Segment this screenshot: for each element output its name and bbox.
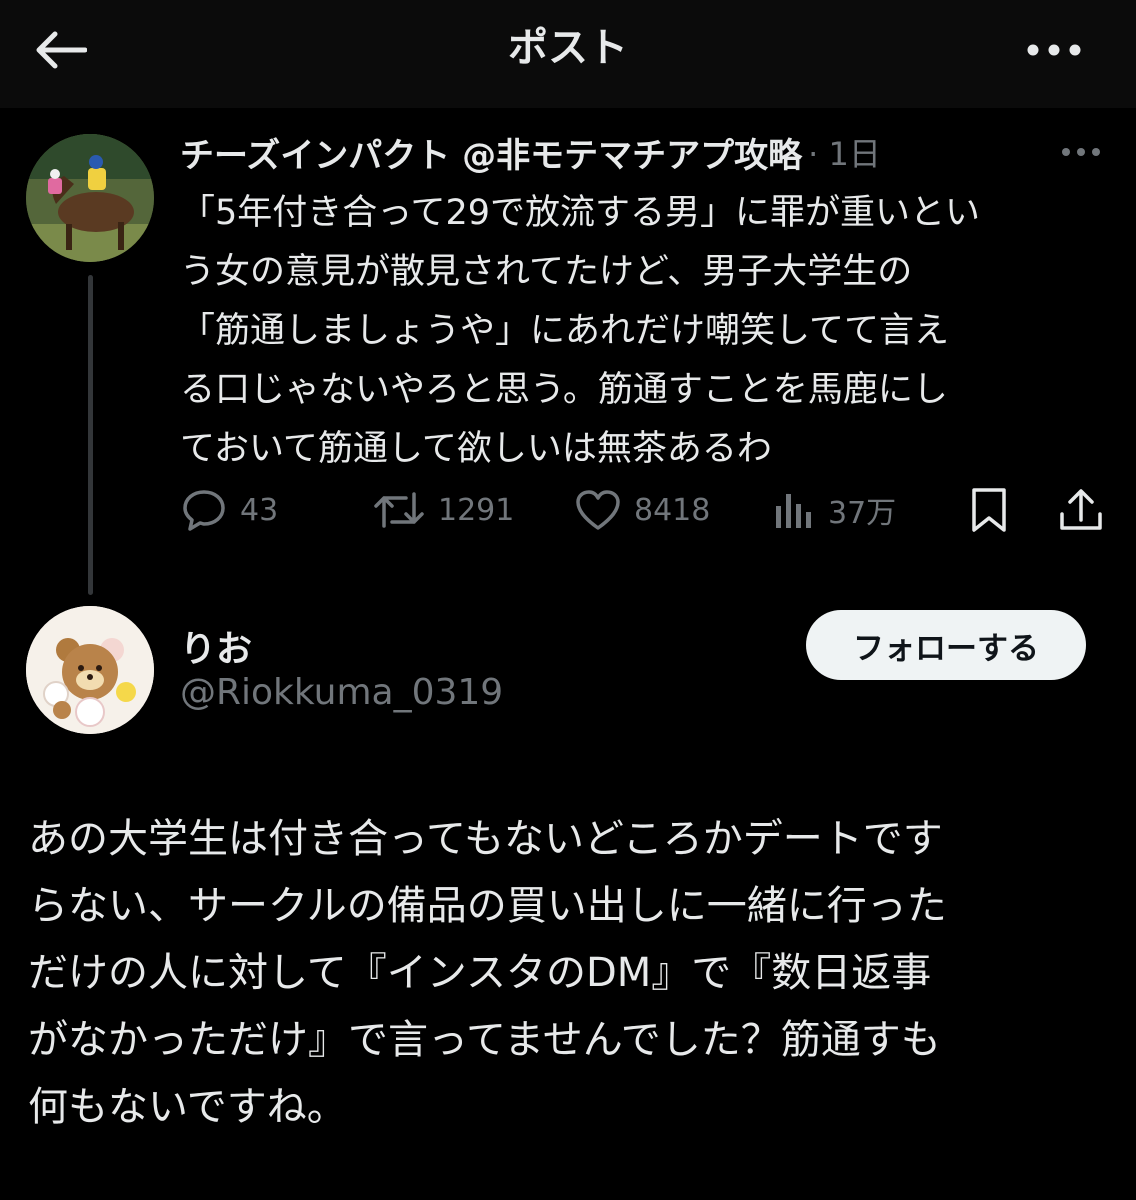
- text-line: あの大学生は付き合ってもないどころかデートです: [28, 816, 943, 862]
- text-line: だけの人に対して『インスタのDM』で『数日返事: [28, 950, 932, 996]
- bear-cartoon-avatar: [26, 606, 154, 734]
- reply-handle[interactable]: @Riokkuma_0319: [180, 672, 503, 713]
- heart-icon: [576, 490, 620, 530]
- text-line: がなかっただけ』で言ってませんでした？筋通すも: [28, 1017, 941, 1063]
- parent-timestamp[interactable]: · 1日: [808, 129, 881, 175]
- thread-connector: [88, 275, 93, 595]
- reply-post-text: あの大学生は付き合ってもないどころかデートです らない、サークルの備品の買い出し…: [28, 806, 1118, 1141]
- text-line: る口じゃないやろと思う。筋通すことを馬鹿にし: [180, 370, 948, 410]
- parent-action-bar: 43 1291 8418 37万: [0, 482, 1136, 538]
- reply-bubble-icon: [183, 490, 225, 531]
- parent-name-text: チーズインパクト: [180, 135, 451, 176]
- analytics-bars-icon: [776, 494, 811, 528]
- top-bar: ポスト: [0, 0, 1136, 108]
- share-upload-icon: [1060, 489, 1102, 530]
- like-button[interactable]: 8418: [574, 482, 710, 538]
- text-line: 「5年付き合って29で放流する男」に罪が重いとい: [180, 193, 981, 233]
- more-horizontal-icon: [1027, 44, 1081, 56]
- share-button[interactable]: [1056, 482, 1106, 538]
- page-title: ポスト: [508, 25, 628, 71]
- horse-racing-avatar: [26, 134, 154, 262]
- parent-handle-text: @非モテマチアプ攻略: [462, 135, 803, 176]
- text-line: らない、サークルの備品の買い出しに一緒に行った: [28, 883, 947, 929]
- bookmark-button[interactable]: [966, 482, 1012, 538]
- parent-avatar[interactable]: [26, 134, 154, 262]
- views-button[interactable]: 37万: [772, 482, 896, 538]
- repost-button[interactable]: 1291: [372, 482, 514, 538]
- views-count: 37万: [828, 496, 897, 531]
- bookmark-icon: [972, 488, 1006, 532]
- reply-button[interactable]: 43: [180, 482, 278, 538]
- reply-avatar[interactable]: [26, 606, 154, 734]
- parent-display-name[interactable]: チーズインパクト @非モテマチアプ攻略: [180, 128, 802, 177]
- more-options-button[interactable]: [1024, 30, 1084, 70]
- text-line: 何もないですね。: [28, 1084, 347, 1130]
- text-line: ておいて筋通して欲しいは無茶あるわ: [180, 429, 772, 469]
- reply-display-name[interactable]: りお: [180, 620, 252, 672]
- like-count: 8418: [634, 492, 711, 528]
- text-line: 「筋通しましょうや」にあれだけ嘲笑してて言え: [180, 311, 949, 351]
- follow-button[interactable]: フォローする: [806, 610, 1086, 680]
- parent-post-text: 「5年付き合って29で放流する男」に罪が重いとい う女の意見が散見されてたけど、…: [180, 184, 1130, 479]
- reply-count: 43: [240, 492, 279, 528]
- repost-count: 1291: [438, 492, 515, 528]
- more-horizontal-icon: [1062, 148, 1100, 156]
- parent-post-header: チーズインパクト @非モテマチアプ攻略 · 1日: [180, 126, 881, 178]
- parent-more-button[interactable]: [1056, 140, 1106, 164]
- text-line: う女の意見が散見されてたけど、男子大学生の: [180, 252, 913, 292]
- repost-icon: [374, 492, 424, 528]
